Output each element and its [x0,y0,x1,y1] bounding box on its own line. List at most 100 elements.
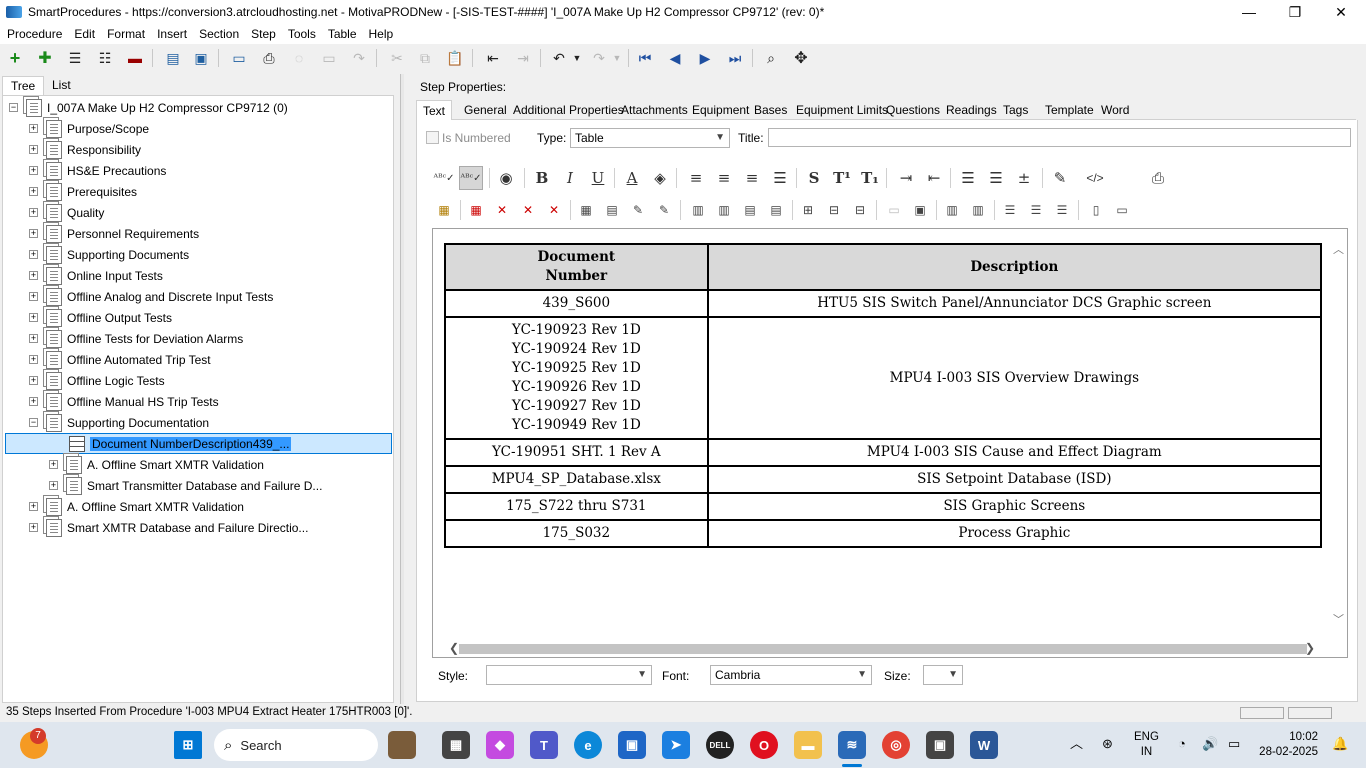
menu-step[interactable]: Step [245,27,282,41]
tree-item[interactable]: + Purpose/Scope [29,118,149,139]
expand-icon[interactable]: + [29,313,38,322]
merge-cells-icon[interactable]: ⊟ [822,199,846,221]
chrome-icon[interactable]: ◎ [882,731,910,759]
remote-desktop-icon[interactable]: ▣ [926,731,954,759]
tree-item[interactable]: + Smart XMTR Database and Failure Directi… [29,517,308,538]
tree-item[interactable]: + Offline Manual HS Trip Tests [29,391,219,412]
expand-icon[interactable]: + [29,502,38,511]
tree-item[interactable]: + Supporting Documents [29,244,189,265]
menu-procedure[interactable]: Procedure [0,27,68,41]
list-detail-icon[interactable]: ☷ [94,48,116,68]
align-center-icon[interactable]: ≡ [712,166,736,190]
menu-edit[interactable]: Edit [68,27,101,41]
copilot-icon[interactable]: ◆ [486,731,514,759]
next-icon[interactable]: ▶ [694,48,716,68]
tree-item[interactable]: + Personnel Requirements [29,223,199,244]
tree-item[interactable]: + Offline Logic Tests [29,370,165,391]
header-description[interactable]: Description [706,243,1323,291]
cell-props-icon[interactable]: ✎ [626,199,650,221]
insert-column-left-icon[interactable]: ▥ [686,199,710,221]
chevron-up-icon[interactable]: ︿ [1333,241,1344,257]
edit-cell-icon[interactable]: ✎ [652,199,676,221]
move-icon[interactable]: ✥ [790,48,812,68]
restore-button[interactable]: ❐ [1272,0,1318,24]
justify-icon[interactable]: ☰ [768,166,792,190]
cut-icon[interactable]: ✂ [386,48,408,68]
cell-description[interactable]: SIS Graphic Screens [706,492,1323,521]
tab-equipment[interactable]: Equipment [686,100,755,120]
menu-tools[interactable]: Tools [282,27,322,41]
windows-start-icon[interactable]: ⊞ [174,731,202,759]
cell-description[interactable]: SIS Setpoint Database (ISD) [706,465,1323,494]
indent-icon[interactable]: ⇥ [512,48,534,68]
expand-icon[interactable]: + [29,523,38,532]
clock[interactable]: 10:02 28-02-2025 [1258,730,1318,760]
valign-top-icon[interactable]: ☰ [998,199,1022,221]
save-icon[interactable]: ▣ [190,48,212,68]
tree-item[interactable]: + Quality [29,202,104,223]
type-select[interactable]: Table ▼ [570,128,730,148]
add-column-icon[interactable]: ▥ [940,199,964,221]
collapse-icon[interactable]: − [9,103,18,112]
close-button[interactable]: ✕ [1318,0,1364,24]
smartprocedures-icon[interactable]: ≋ [838,731,866,759]
last-icon[interactable]: ⏭ [724,48,746,68]
word-icon[interactable]: W [970,731,998,759]
valign-bottom-icon[interactable]: ☰ [1050,199,1074,221]
delete-table-icon[interactable]: ▦ [464,199,488,221]
file-explorer-icon[interactable]: ▬ [794,731,822,759]
print-preview-icon[interactable]: ⎙ [1146,166,1170,190]
expand-icon[interactable]: + [29,229,38,238]
edge-icon[interactable]: e [574,731,602,759]
task-view-icon[interactable]: ▦ [442,731,470,759]
menu-table[interactable]: Table [322,27,363,41]
cell-document-number[interactable]: MPU4_SP_Database.xlsx [444,465,709,494]
expand-icon[interactable]: + [29,250,38,259]
vertical-scrollbar[interactable]: ︿ ﹀ [1330,229,1347,641]
redo-step-icon[interactable]: ↷ [348,48,370,68]
tab-equipment-limits[interactable]: Equipment Limits [790,100,894,120]
tab-word[interactable]: Word [1095,100,1135,120]
tab-template[interactable]: Template [1039,100,1100,120]
tab-attachments[interactable]: Attachments [615,100,694,120]
expand-icon[interactable]: + [49,460,58,469]
add-icon[interactable]: + [4,48,26,68]
italic-button[interactable]: I [558,166,582,190]
cell-document-number[interactable]: YC-190923 Rev 1D YC-190924 Rev 1D YC-190… [444,316,709,440]
tree-item[interactable]: + Offline Tests for Deviation Alarms [29,328,243,349]
expand-icon[interactable]: + [29,271,38,280]
menu-insert[interactable]: Insert [151,27,193,41]
panel-splitter[interactable] [400,74,404,704]
expand-icon[interactable]: + [29,334,38,343]
tab-tree[interactable]: Tree [2,76,45,96]
magic-wand-icon[interactable]: ✎ [1048,166,1072,190]
valign-middle-icon[interactable]: ☰ [1024,199,1048,221]
tree-item[interactable]: + Offline Analog and Discrete Input Tests [29,286,273,307]
menu-section[interactable]: Section [193,27,245,41]
merge-down-icon[interactable]: ⊟ [848,199,872,221]
tab-text[interactable]: Text [416,100,453,120]
size-select[interactable]: ▼ [923,665,963,685]
tab-general[interactable]: General [458,100,513,120]
align-left-icon[interactable]: ≡ [684,166,708,190]
superscript-button[interactable]: T¹ [830,166,854,190]
menu-format[interactable]: Format [101,27,151,41]
teams-icon[interactable]: T [530,731,558,759]
spellcheck-icon[interactable]: ᴬᴮᶜ✓ [432,166,456,190]
notification-icon[interactable]: 🔔 [1332,736,1348,751]
font-select[interactable]: Cambria ▼ [710,665,872,685]
row-height-icon[interactable]: ▭ [1110,199,1134,221]
rich-text-editor[interactable]: Document Number Description 439_S600 HTU… [432,228,1348,658]
cell-description[interactable]: MPU4 I-003 SIS Overview Drawings [706,316,1323,440]
chevron-left-icon[interactable]: ❮ [449,641,459,655]
insert-table-icon[interactable]: ▦ [432,199,456,221]
dell-icon[interactable]: DELL [706,731,734,759]
tree-item[interactable]: + Online Input Tests [29,265,163,286]
tree-item[interactable]: − Supporting Documentation [29,412,209,433]
horizontal-scrollbar[interactable]: ❮ ❯ [433,640,1333,657]
expand-icon[interactable]: + [29,208,38,217]
tab-tags[interactable]: Tags [997,100,1034,120]
tree-item[interactable]: + Offline Output Tests [29,307,172,328]
delete-icon[interactable]: ▬ [124,48,146,68]
delete-row-icon[interactable]: ✕ [490,199,514,221]
